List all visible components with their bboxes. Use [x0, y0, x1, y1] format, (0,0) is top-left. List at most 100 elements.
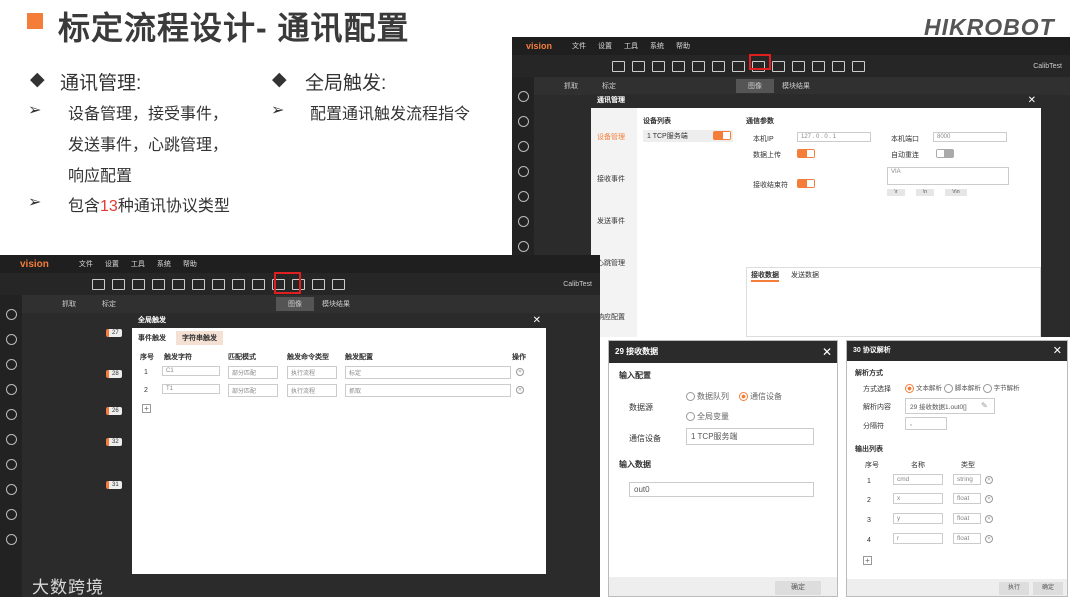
mode-select[interactable]: 部分匹配 — [228, 366, 278, 379]
sep-field[interactable]: , — [905, 417, 947, 430]
chars-input[interactable]: C1 — [162, 366, 220, 376]
cmd-select[interactable]: 执行流程 — [287, 384, 337, 397]
end-n-button[interactable]: \n — [916, 189, 934, 196]
type-select[interactable]: float — [953, 533, 981, 544]
recv-end-toggle[interactable] — [797, 179, 815, 188]
port-field[interactable]: 8000 — [933, 132, 1007, 142]
opt-byte-parse[interactable]: 字节解析 — [982, 383, 1020, 393]
delete-icon[interactable]: ✕ — [985, 535, 993, 543]
name-field[interactable]: cmd — [893, 474, 943, 485]
cmd-select[interactable]: 执行流程 — [287, 366, 337, 379]
var-icon[interactable] — [792, 60, 805, 72]
tab-calib[interactable]: 标定 — [102, 299, 116, 309]
name-field[interactable]: y — [893, 513, 943, 524]
io-icon[interactable] — [732, 60, 745, 72]
tab-event-trigger[interactable]: 事件触发 — [138, 333, 166, 343]
image-icon[interactable] — [152, 278, 165, 290]
save-icon[interactable] — [612, 60, 625, 72]
close-icon[interactable]: ✕ — [822, 341, 832, 363]
side-response[interactable]: 响应配置 — [597, 312, 625, 322]
open-icon[interactable] — [112, 278, 125, 290]
ok-button[interactable]: 确定 — [1033, 582, 1063, 595]
tab-calib[interactable]: 标定 — [602, 81, 616, 91]
type-select[interactable]: string — [953, 474, 981, 485]
tab-image[interactable]: 图像 — [276, 297, 314, 311]
cfg-select[interactable]: 标定 — [345, 366, 511, 379]
end-rn-button[interactable]: \r\n — [945, 189, 967, 196]
snapshot-icon[interactable] — [172, 278, 185, 290]
tab-results[interactable]: 模块结果 — [782, 81, 810, 91]
global-trigger-icon[interactable] — [772, 60, 785, 72]
opt-data-queue[interactable]: 数据队列 — [686, 391, 729, 402]
menu-settings[interactable]: 设置 — [598, 41, 612, 51]
doc-icon[interactable] — [332, 278, 345, 290]
ok-button[interactable]: 确定 — [775, 581, 821, 595]
menu-system[interactable]: 系统 — [157, 259, 171, 269]
via-field[interactable]: VIA — [887, 167, 1009, 185]
flow-node[interactable]: 27 — [106, 329, 122, 337]
side-recv-event[interactable]: 接收事件 — [597, 174, 625, 184]
side-device-mgmt[interactable]: 设备管理 — [597, 132, 625, 142]
menu-tools[interactable]: 工具 — [131, 259, 145, 269]
side-send-event[interactable]: 发送事件 — [597, 216, 625, 226]
doc-icon[interactable] — [852, 60, 865, 72]
menu-help[interactable]: 帮助 — [676, 41, 690, 51]
opt-script-parse[interactable]: 脚本解析 — [943, 383, 981, 393]
name-field[interactable]: r — [893, 533, 943, 544]
add-row-icon[interactable]: + — [142, 404, 151, 413]
device-toggle[interactable] — [713, 131, 731, 140]
name-field[interactable]: x — [893, 493, 943, 504]
opt-text-parse[interactable]: 文本解析 — [905, 383, 942, 393]
menu-help[interactable]: 帮助 — [183, 259, 197, 269]
delete-icon[interactable]: ✕ — [985, 476, 993, 484]
camera-icon[interactable] — [132, 278, 145, 290]
tab-grab[interactable]: 抓取 — [564, 81, 578, 91]
image-icon[interactable] — [672, 60, 685, 72]
comm-device-select[interactable]: 1 TCP服务端 — [686, 428, 814, 445]
grid-icon[interactable] — [712, 60, 725, 72]
global-trigger-icon[interactable] — [252, 278, 265, 290]
type-select[interactable]: float — [953, 493, 981, 504]
chars-input[interactable]: T1 — [162, 384, 220, 394]
tab-recv-data[interactable]: 接收数据 — [751, 270, 779, 282]
flow-node[interactable]: 31 — [106, 481, 122, 489]
opt-comm-device[interactable]: 通信设备 — [739, 391, 782, 402]
tab-grab[interactable]: 抓取 — [62, 299, 76, 309]
cfg-select[interactable]: 抓取 — [345, 384, 511, 397]
opt-global-var[interactable]: 全局变量 — [686, 411, 729, 422]
open-icon[interactable] — [632, 60, 645, 72]
snapshot-icon[interactable] — [692, 60, 705, 72]
ip-field[interactable]: 127 . 0 . 0 . 1 — [797, 132, 871, 142]
menu-settings[interactable]: 设置 — [105, 259, 119, 269]
run-loop-icon[interactable] — [312, 278, 325, 290]
close-icon[interactable]: ✕ — [1028, 94, 1036, 108]
tab-send-data[interactable]: 发送数据 — [791, 270, 819, 280]
flow-node[interactable]: 28 — [106, 370, 122, 378]
execute-button[interactable]: 执行 — [999, 582, 1029, 595]
end-r-button[interactable]: \r — [887, 189, 905, 196]
delete-icon[interactable]: ✕ — [516, 368, 524, 376]
link-icon[interactable]: ✎ — [981, 401, 988, 410]
close-icon[interactable]: ✕ — [533, 314, 541, 328]
menu-tools[interactable]: 工具 — [624, 41, 638, 51]
out-field[interactable]: out0 — [629, 482, 814, 497]
flow-node[interactable]: 26 — [106, 407, 122, 415]
delete-icon[interactable]: ✕ — [985, 515, 993, 523]
comm-mgmt-icon[interactable] — [232, 278, 245, 290]
tab-results[interactable]: 模块结果 — [322, 299, 350, 309]
menu-file[interactable]: 文件 — [79, 259, 93, 269]
delete-icon[interactable]: ✕ — [985, 495, 993, 503]
tab-image[interactable]: 图像 — [736, 79, 774, 93]
camera-icon[interactable] — [652, 60, 665, 72]
tab-string-trigger[interactable]: 字符串触发 — [176, 331, 223, 345]
side-heartbeat[interactable]: 心跳管理 — [597, 258, 625, 268]
run-loop-icon[interactable] — [832, 60, 845, 72]
run-icon[interactable] — [812, 60, 825, 72]
delete-icon[interactable]: ✕ — [516, 386, 524, 394]
reconnect-toggle[interactable] — [936, 149, 954, 158]
data-upload-toggle[interactable] — [797, 149, 815, 158]
add-row-icon[interactable]: + — [863, 556, 872, 565]
mode-select[interactable]: 部分匹配 — [228, 384, 278, 397]
type-select[interactable]: float — [953, 513, 981, 524]
grid-icon[interactable] — [192, 278, 205, 290]
